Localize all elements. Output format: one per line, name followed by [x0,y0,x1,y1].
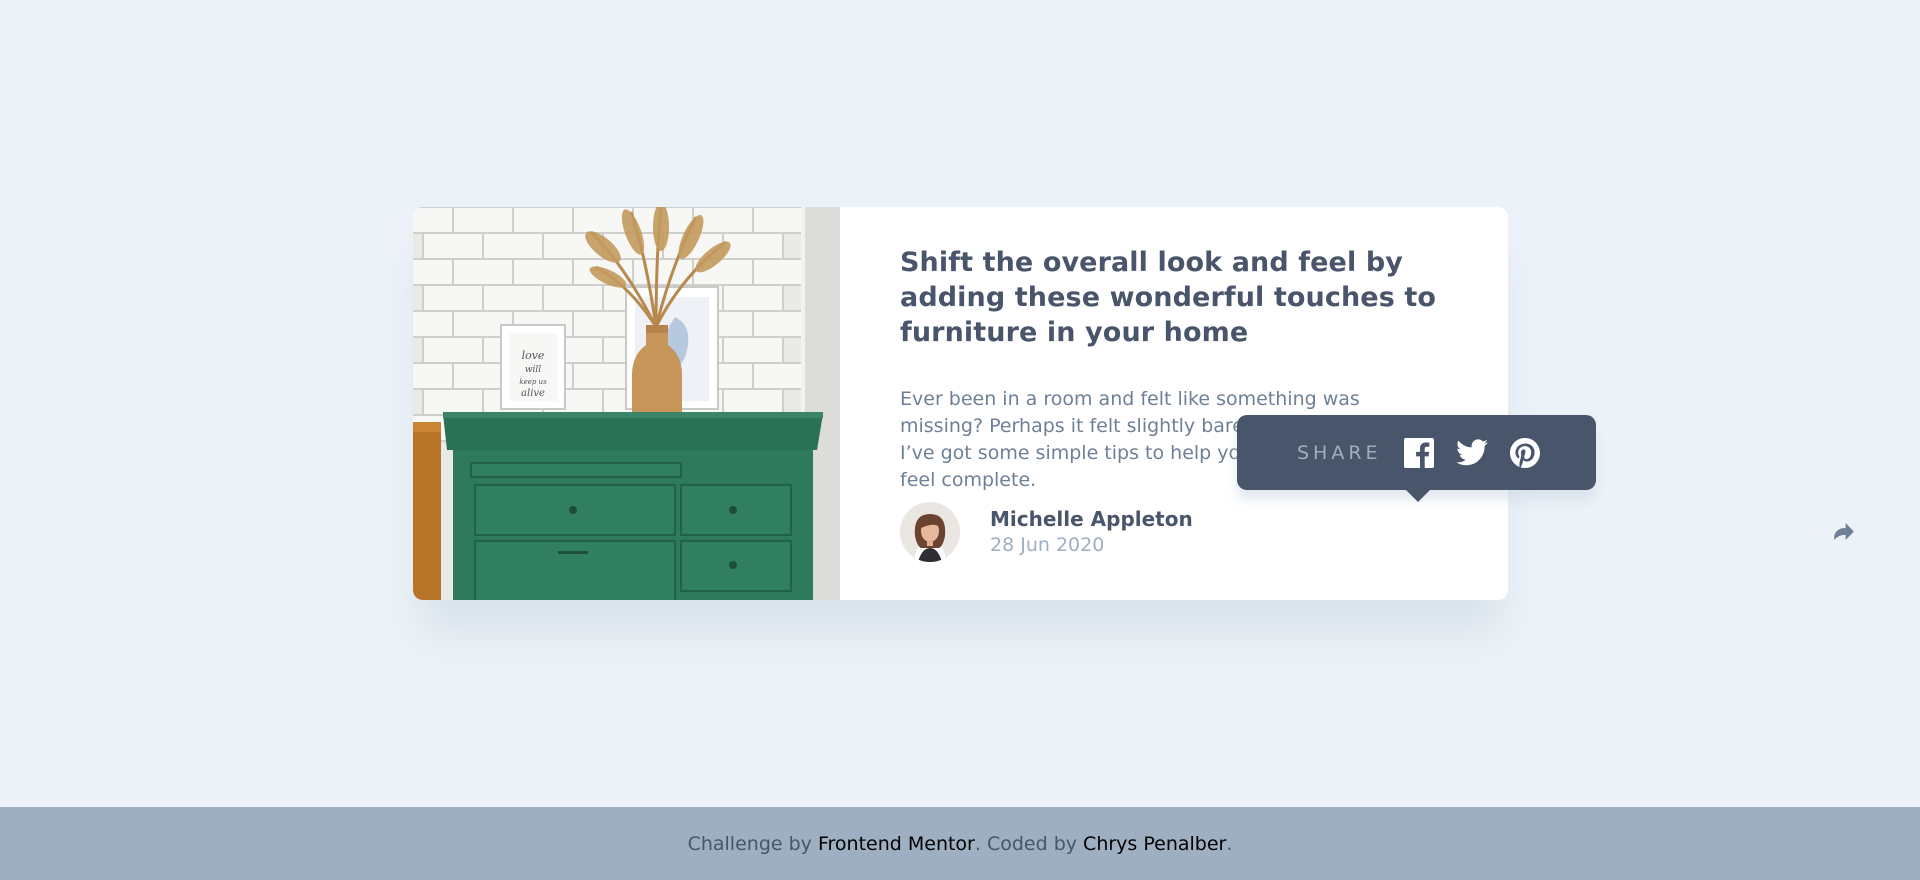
share-label: SHARE [1297,441,1382,464]
article-image: love will keep us alive [413,207,840,600]
footer-attribution: Challenge by Frontend Mentor. Coded by C… [0,807,1920,880]
article-card: love will keep us alive Shift the overal… [413,207,1868,600]
svg-text:will: will [525,365,541,375]
footer-suffix: . [1226,832,1233,855]
footer-middle: . Coded by [974,832,1077,855]
twitter-icon[interactable] [1455,439,1488,466]
svg-text:keep us: keep us [519,378,547,386]
facebook-icon[interactable] [1403,437,1434,468]
author-name: Michelle Appleton [990,507,1193,531]
share-icon [1834,522,1854,544]
frontend-mentor-link[interactable]: Frontend Mentor [818,833,975,855]
pinterest-icon[interactable] [1509,437,1540,468]
share-tooltip: SHARE [1237,415,1596,502]
avatar [900,502,960,562]
author-info: Michelle Appleton 28 Jun 2020 [900,502,1193,562]
svg-text:love: love [522,349,545,362]
article-body: Shift the overall look and feel by addin… [840,207,1868,600]
article-title: Shift the overall look and feel by addin… [900,247,1437,348]
svg-text:alive: alive [521,388,545,399]
publish-date: 28 Jun 2020 [990,534,1105,556]
social-links [1403,437,1540,468]
share-button[interactable] [1820,509,1868,557]
author-link[interactable]: Chrys Penalber [1083,833,1226,855]
author-meta: Michelle Appleton 28 Jun 2020 [990,506,1193,558]
footer-prefix: Challenge by [687,832,812,855]
